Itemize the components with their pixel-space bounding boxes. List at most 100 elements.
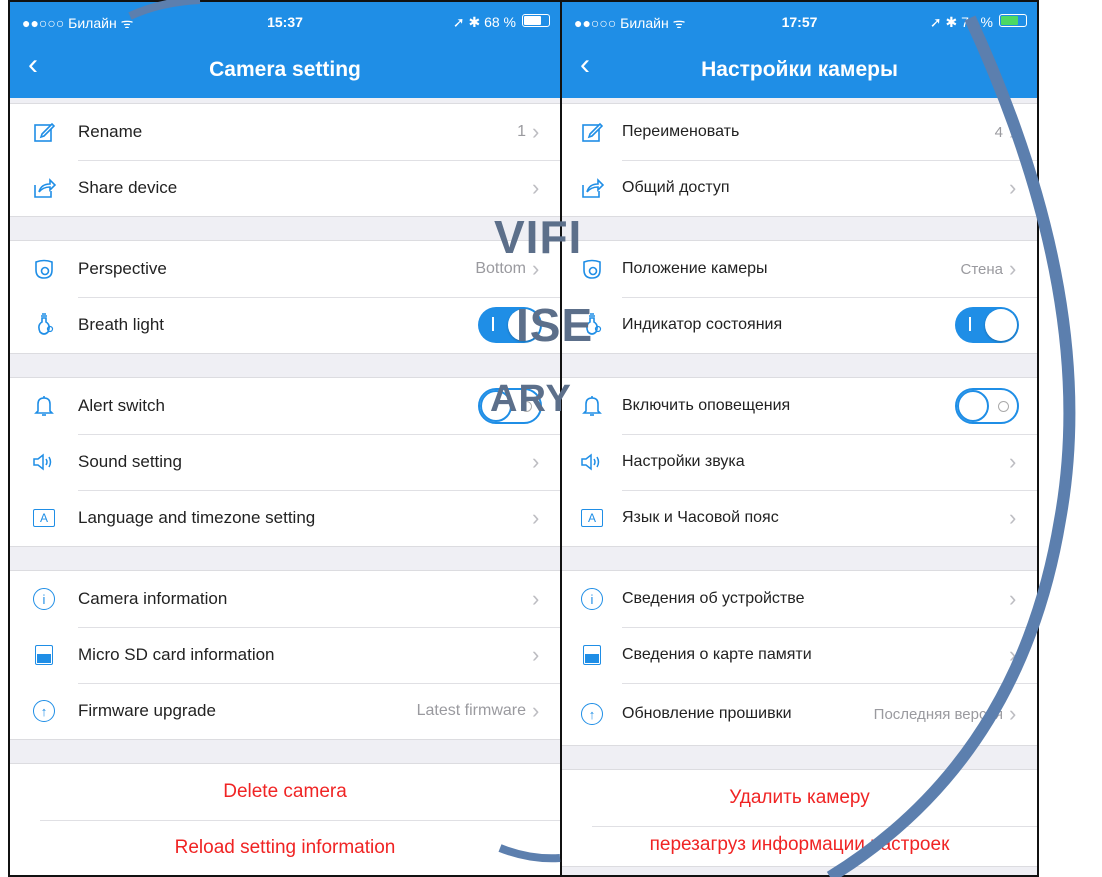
sd-card-icon [562,645,622,665]
language-icon: A [562,509,622,527]
sd-card-icon [10,645,78,665]
perspective-label: Perspective [78,259,167,278]
language-timezone-label: Язык и Часовой пояс [622,509,779,526]
chevron-right-icon: › [532,698,540,723]
nav-bar: ‹ Настройки камеры [562,40,1037,98]
chevron-right-icon: › [1009,449,1017,474]
chevron-right-icon: › [1009,256,1017,281]
sound-setting-row[interactable]: Настройки звука › [562,434,1037,490]
chevron-right-icon: › [532,175,540,200]
rename-row[interactable]: Переименовать 4 › [562,104,1037,160]
info-icon: i [10,588,78,610]
chevron-right-icon: › [1009,701,1017,726]
share-icon [10,177,78,199]
perspective-value: Стена [960,260,1003,278]
speaker-icon [10,452,78,472]
rename-label: Rename [78,122,143,141]
alert-switch-toggle[interactable] [955,388,1019,424]
firmware-upgrade-value: Последняя версия [873,705,1003,723]
reload-settings-button[interactable]: Reload setting information [10,820,560,875]
right-phone-screen: ●●○○○ Билайн ᯤ 17:57 ➚ ✱ 70 % ‹ Настройк… [561,0,1039,877]
sd-card-information-row[interactable]: Micro SD card information › [10,627,560,683]
delete-camera-button[interactable]: Delete camera [10,764,560,820]
group-camera: Perspective Bottom › Breath light [10,241,560,354]
chevron-right-icon: › [1009,642,1017,667]
share-device-row[interactable]: Общий доступ › [562,160,1037,216]
reload-settings-button[interactable]: перезагруз информации настроек [562,826,1037,866]
chevron-right-icon: › [532,642,540,667]
speaker-icon [562,452,622,472]
chevron-right-icon: › [532,449,540,474]
status-bar: ●●○○○ Билайн ᯤ 15:37 ➚ ✱ 68 % [10,2,560,40]
group-info: i Сведения об устройстве › Сведения о ка… [562,571,1037,746]
status-indicators: ➚ ✱ 70 % [929,14,993,30]
breath-light-toggle[interactable] [955,307,1019,343]
language-timezone-row[interactable]: A Язык и Часовой пояс › [562,490,1037,546]
sd-card-information-label: Сведения о карте памяти [622,646,812,663]
group-actions: Удалить камеру перезагруз информации нас… [562,770,1037,867]
chevron-right-icon: › [1009,175,1017,200]
battery-icon [522,14,550,27]
alert-switch-label: Alert switch [78,396,165,415]
perspective-row[interactable]: Perspective Bottom › [10,241,560,297]
sound-setting-label: Настройки звука [622,453,745,470]
rename-value: 1 [517,123,526,140]
language-icon: A [10,509,78,527]
breath-light-row: Breath light [10,297,560,353]
alert-switch-row: Включить оповещения [562,378,1037,434]
info-icon: i [562,588,622,610]
camera-perspective-icon [10,258,78,280]
edit-icon [562,121,622,143]
page-title: Настройки камеры [701,58,898,81]
group-device: Rename 1 › Share device › [10,104,560,217]
upgrade-icon: ↑ [562,703,622,725]
sd-card-information-row[interactable]: Сведения о карте памяти › [562,627,1037,683]
chevron-right-icon: › [532,586,540,611]
firmware-upgrade-row[interactable]: ↑ Firmware upgrade Latest firmware › [10,683,560,739]
group-alerts: Alert switch Sound setting › A Language … [10,378,560,547]
firmware-upgrade-label: Обновление прошивки [622,705,792,722]
share-device-label: Share device [78,178,178,197]
group-info: i Camera information › Micro SD card inf… [10,571,560,740]
watermark-text: ARY [490,378,572,420]
share-device-row[interactable]: Share device › [10,160,560,216]
status-bar: ●●○○○ Билайн ᯤ 17:57 ➚ ✱ 70 % [562,2,1037,40]
chevron-right-icon: › [532,119,540,144]
upgrade-icon: ↑ [10,700,78,722]
watermark-text: VIFI [494,211,583,263]
screenshot: ●●○○○ Билайн ᯤ 15:37 ➚ ✱ 68 % ‹ Camera s… [0,0,1102,877]
edit-icon [10,121,78,143]
rename-value: 4 [994,123,1003,141]
perspective-row[interactable]: Положение камеры Стена › [562,241,1037,297]
firmware-upgrade-value: Latest firmware [416,702,526,719]
battery-icon [999,14,1027,27]
perspective-label: Положение камеры [622,260,768,277]
chevron-right-icon: › [1009,586,1017,611]
chevron-right-icon: › [532,505,540,530]
camera-information-label: Camera information [78,589,228,608]
breath-light-label: Индикатор состояния [622,316,783,333]
rename-label: Переименовать [622,123,740,140]
breath-light-label: Breath light [78,315,164,334]
firmware-upgrade-label: Firmware upgrade [78,701,216,720]
group-camera: Положение камеры Стена › Индикатор состо… [562,241,1037,354]
bell-icon [10,394,78,418]
breath-light-row: Индикатор состояния [562,297,1037,353]
watermark-text: ISE [516,299,594,351]
delete-camera-button[interactable]: Удалить камеру [562,770,1037,826]
rename-row[interactable]: Rename 1 › [10,104,560,160]
status-indicators: ➚ ✱ 68 % [452,14,516,30]
chevron-right-icon: › [1009,505,1017,530]
left-phone-screen: ●●○○○ Билайн ᯤ 15:37 ➚ ✱ 68 % ‹ Camera s… [8,0,561,877]
group-device: Переименовать 4 › Общий доступ › [562,104,1037,217]
firmware-upgrade-row[interactable]: ↑ Обновление прошивки Последняя версия › [562,683,1037,745]
language-timezone-row[interactable]: A Language and timezone setting › [10,490,560,546]
share-device-label: Общий доступ [622,179,730,196]
camera-information-row[interactable]: i Сведения об устройстве › [562,571,1037,627]
share-icon [562,177,622,199]
sound-setting-row[interactable]: Sound setting › [10,434,560,490]
group-alerts: Включить оповещения Настройки звука › A … [562,378,1037,547]
sd-card-information-label: Micro SD card information [78,645,275,664]
camera-information-row[interactable]: i Camera information › [10,571,560,627]
breath-light-icon [10,313,78,337]
